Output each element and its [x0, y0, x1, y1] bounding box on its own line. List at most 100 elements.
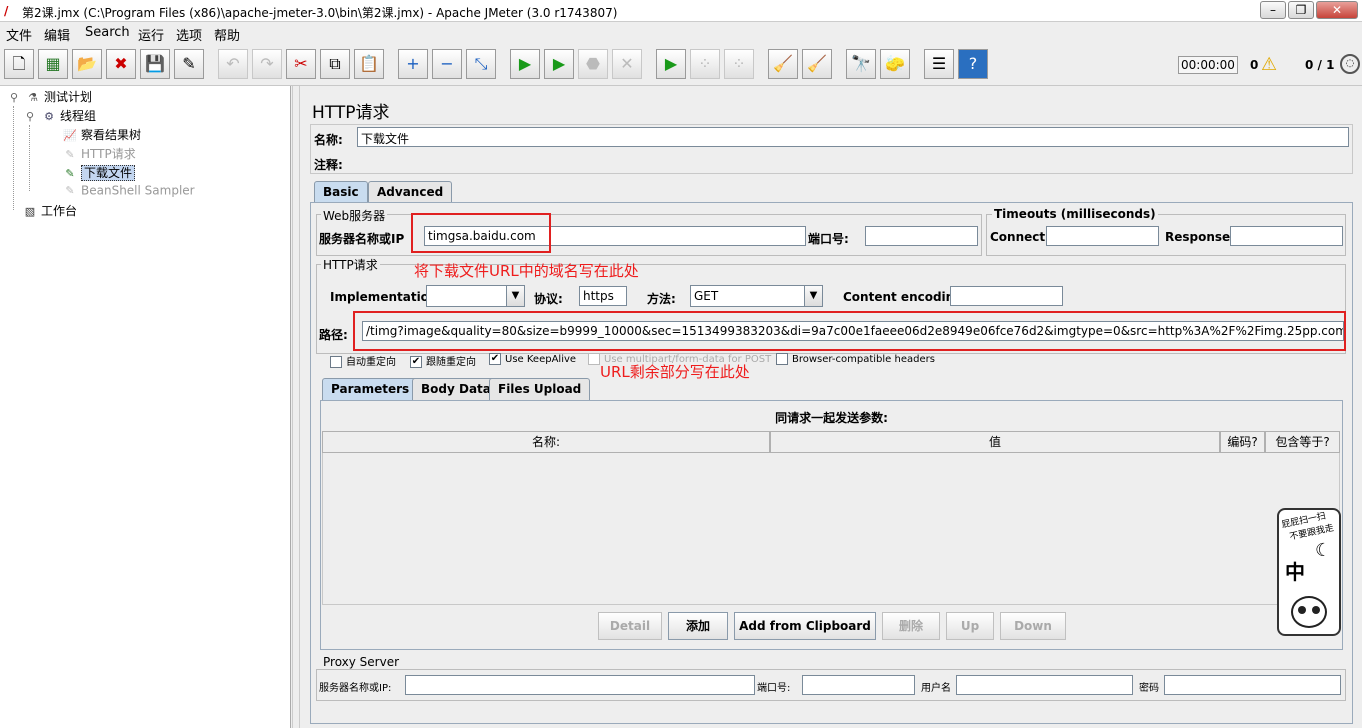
- tree-expander-icon[interactable]: ⚲: [6, 90, 22, 106]
- remote-shutdown-icon[interactable]: ⁘: [724, 49, 754, 79]
- maximize-button[interactable]: ❐: [1288, 1, 1314, 19]
- http-request-legend: HTTP请求: [321, 256, 380, 273]
- menu-search[interactable]: Search: [85, 25, 130, 40]
- input-method-sticker[interactable]: 屁屁扫一扫 不要跟我走 ☾ 中: [1277, 508, 1341, 636]
- redo-icon[interactable]: ↷: [252, 49, 282, 79]
- tab-parameters[interactable]: Parameters: [322, 378, 419, 402]
- tree-item-beanshell-sampler[interactable]: ✎ BeanShell Sampler: [62, 183, 194, 199]
- clear-icon[interactable]: 🧹: [768, 49, 798, 79]
- column-encode[interactable]: 编码?: [1220, 431, 1265, 453]
- warning-icon[interactable]: ⚠: [1261, 54, 1277, 75]
- connect-timeout-input[interactable]: [1046, 226, 1159, 246]
- tab-advanced[interactable]: Advanced: [368, 181, 453, 203]
- detail-button[interactable]: Detail: [598, 612, 662, 640]
- active-threads: 0 / 1: [1305, 58, 1335, 72]
- minimize-button[interactable]: –: [1260, 1, 1286, 19]
- keepalive-checkbox[interactable]: ✔ Use KeepAlive: [489, 353, 576, 365]
- checkbox-box[interactable]: [588, 353, 600, 365]
- remote-stop-icon[interactable]: ⁘: [690, 49, 720, 79]
- status-indicator-icon: ◌: [1340, 54, 1360, 74]
- undo-icon[interactable]: ↶: [218, 49, 248, 79]
- comment-input[interactable]: [357, 152, 1349, 172]
- name-input[interactable]: 下载文件: [357, 127, 1349, 147]
- domain-annotation: 将下载文件URL中的域名写在此处: [414, 262, 639, 280]
- domain-highlight-box: [411, 213, 551, 253]
- elapsed-timer: 00:00:00: [1178, 56, 1238, 74]
- menu-help[interactable]: 帮助: [214, 25, 240, 44]
- paste-icon[interactable]: 📋: [354, 49, 384, 79]
- tree-item-test-plan[interactable]: ⚲ ⚗ 测试计划: [6, 88, 92, 106]
- reset-search-icon[interactable]: 🧽: [880, 49, 910, 79]
- checkbox-box[interactable]: [330, 356, 342, 368]
- chevron-down-icon[interactable]: ▼: [804, 286, 822, 306]
- search-icon[interactable]: 🔭: [846, 49, 876, 79]
- menu-file[interactable]: 文件: [6, 25, 32, 44]
- down-button[interactable]: Down: [1000, 612, 1066, 640]
- start-no-pause-icon[interactable]: ▶: [544, 49, 574, 79]
- column-name[interactable]: 名称:: [322, 431, 770, 453]
- shutdown-icon[interactable]: ✕: [612, 49, 642, 79]
- templates-icon[interactable]: ▦: [38, 49, 68, 79]
- help-icon[interactable]: ?: [958, 49, 988, 79]
- save-as-icon[interactable]: ✎: [174, 49, 204, 79]
- delete-button[interactable]: 删除: [882, 612, 940, 640]
- start-icon[interactable]: ▶: [510, 49, 540, 79]
- new-icon[interactable]: 🗋: [4, 49, 34, 79]
- follow-redirect-checkbox[interactable]: ✔ 跟随重定向: [410, 353, 476, 368]
- chevron-down-icon[interactable]: ▼: [506, 286, 524, 306]
- implementation-select[interactable]: ▼: [426, 285, 525, 307]
- add-from-clipboard-button[interactable]: Add from Clipboard: [734, 612, 876, 640]
- up-button[interactable]: Up: [946, 612, 994, 640]
- response-label: Response:: [1165, 230, 1235, 244]
- tab-files-upload[interactable]: Files Upload: [489, 378, 591, 402]
- port-input[interactable]: [865, 226, 978, 246]
- method-select[interactable]: GET ▼: [690, 285, 823, 307]
- cut-icon[interactable]: ✂: [286, 49, 316, 79]
- close-button[interactable]: ✕: [1316, 1, 1358, 19]
- tree-item-workbench[interactable]: ▧ 工作台: [22, 202, 77, 220]
- parameters-table-body[interactable]: [322, 453, 1340, 605]
- proxy-port-input[interactable]: [802, 675, 915, 695]
- close-file-icon[interactable]: ✖: [106, 49, 136, 79]
- menu-run[interactable]: 运行: [138, 25, 164, 44]
- toggle-icon[interactable]: ⤡: [466, 49, 496, 79]
- checkbox-box[interactable]: ✔: [410, 356, 422, 368]
- save-icon[interactable]: 💾: [140, 49, 170, 79]
- tree-expander-icon[interactable]: ⚲: [22, 109, 38, 125]
- open-icon[interactable]: 📂: [72, 49, 102, 79]
- tab-body-data[interactable]: Body Data: [412, 378, 500, 402]
- function-helper-icon[interactable]: ☰: [924, 49, 954, 79]
- tree-item-download-file[interactable]: ✎ 下载文件: [62, 164, 136, 182]
- content-encoding-input[interactable]: [950, 286, 1063, 306]
- proxy-pass-label: 密码: [1139, 683, 1159, 694]
- toolbar: 🗋 ▦ 📂 ✖ 💾 ✎ ↶ ↷ ✂ ⧉ 📋 + − ⤡ ▶ ▶ ⬣ ✕ ▶ ⁘ …: [0, 44, 1362, 86]
- proxy-user-input[interactable]: [956, 675, 1133, 695]
- response-timeout-input[interactable]: [1230, 226, 1343, 246]
- column-include-equals[interactable]: 包含等于?: [1265, 431, 1340, 453]
- checkbox-box[interactable]: [776, 353, 788, 365]
- stop-icon[interactable]: ⬣: [578, 49, 608, 79]
- collapse-icon[interactable]: −: [432, 49, 462, 79]
- copy-icon[interactable]: ⧉: [320, 49, 350, 79]
- column-value[interactable]: 值: [770, 431, 1220, 453]
- checkbox-box[interactable]: ✔: [489, 353, 501, 365]
- tree-item-thread-group[interactable]: ⚲ ⚙ 线程组: [22, 107, 96, 125]
- clear-all-icon[interactable]: 🧹: [802, 49, 832, 79]
- menu-edit[interactable]: 编辑: [44, 25, 70, 44]
- expand-icon[interactable]: +: [398, 49, 428, 79]
- tree-item-view-results[interactable]: 📈 察看结果树: [62, 126, 141, 144]
- tree-item-http-request[interactable]: ✎ HTTP请求: [62, 145, 135, 163]
- protocol-input[interactable]: https: [579, 286, 627, 306]
- add-button[interactable]: 添加: [668, 612, 728, 640]
- remote-start-icon[interactable]: ▶: [656, 49, 686, 79]
- pane-splitter[interactable]: [292, 86, 300, 728]
- tab-basic[interactable]: Basic: [314, 181, 368, 203]
- menu-options[interactable]: 选项: [176, 25, 202, 44]
- auto-redirect-checkbox[interactable]: 自动重定向: [330, 353, 396, 368]
- browser-headers-checkbox[interactable]: Browser-compatible headers: [776, 353, 935, 365]
- menu-bar: 文件 编辑 Search 运行 选项 帮助: [0, 22, 1362, 44]
- proxy-pass-input[interactable]: [1164, 675, 1341, 695]
- web-server-legend: Web服务器: [321, 207, 388, 224]
- path-annotation: URL剩余部分写在此处: [600, 363, 750, 381]
- proxy-server-input[interactable]: [405, 675, 755, 695]
